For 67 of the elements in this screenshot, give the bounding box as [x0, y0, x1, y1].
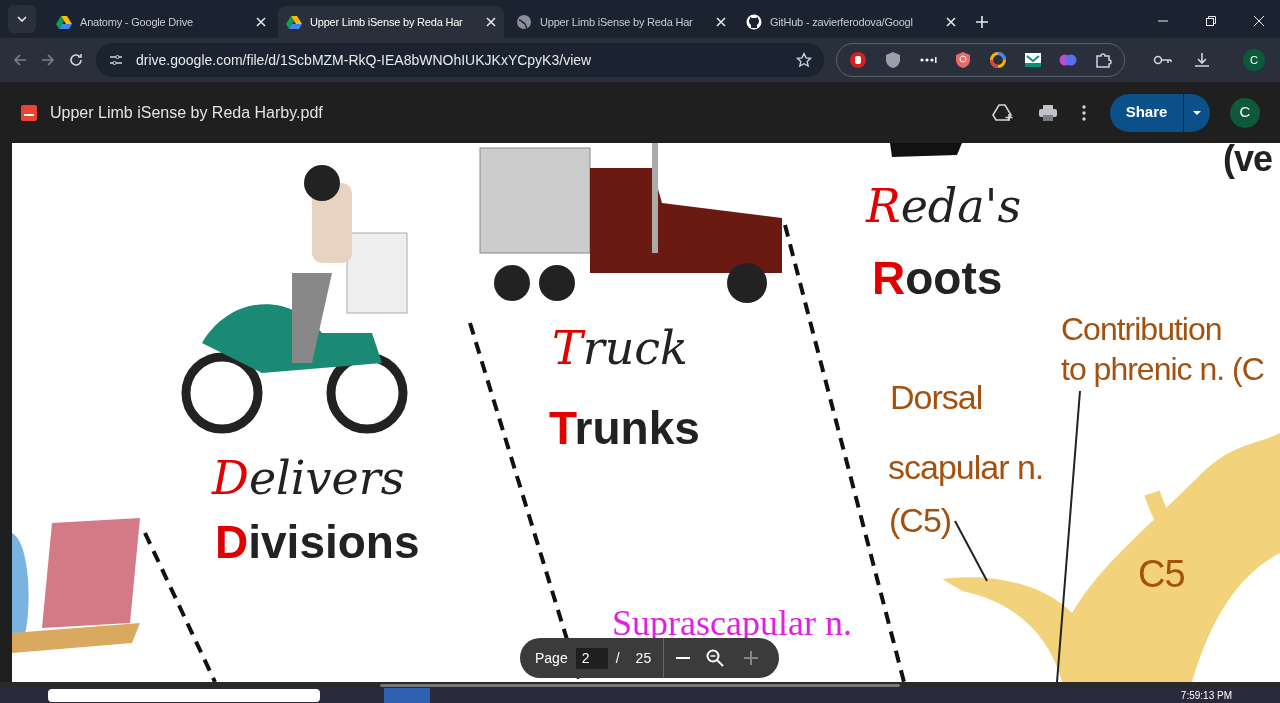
page-label: Page	[535, 648, 568, 668]
download-icon[interactable]	[1193, 51, 1211, 69]
mnemonic-word: Truck	[552, 325, 688, 371]
zoom-in-icon[interactable]	[744, 651, 759, 665]
mnemonic-word: Trunks	[549, 405, 700, 451]
address-bar[interactable]: drive.google.com/file/d/1ScbMZM-RkQ-IEA8bWNOhIUKJKxYCpyK3/view	[96, 43, 824, 77]
caret-icon[interactable]	[1192, 109, 1202, 116]
tab-title: Anatomy - Google Drive	[80, 14, 194, 30]
close-icon[interactable]	[1254, 16, 1264, 26]
more-options-icon[interactable]	[1082, 104, 1086, 121]
nerve-label: (ve	[1223, 143, 1273, 177]
tab-search-button[interactable]	[8, 5, 36, 33]
add-to-drive-icon[interactable]	[992, 102, 1014, 123]
page-separator: /	[615, 648, 620, 668]
nerve-label: Contribution	[1061, 313, 1222, 345]
browser-tab[interactable]: GitHub - zavierferodova/Googl	[738, 6, 964, 38]
tab-title: GitHub - zavierferodova/Googl	[770, 14, 914, 30]
page-total: 25	[635, 648, 652, 668]
mnemonic-word: Divisions	[215, 519, 420, 565]
reload-icon[interactable]	[68, 52, 84, 68]
cat-silhouette-icon	[746, 14, 762, 30]
mnemonic-word: Roots	[872, 255, 1003, 301]
mnemonic-word: Delivers	[212, 455, 405, 501]
back-icon[interactable]	[12, 52, 28, 68]
close-icon[interactable]	[256, 17, 266, 27]
mnemonic-word: Reda's	[866, 183, 1021, 229]
pdf-icon	[20, 103, 38, 122]
nerve-label: scapular n.	[888, 450, 1044, 484]
close-icon[interactable]	[716, 17, 726, 27]
scrollbar[interactable]	[380, 684, 900, 687]
nerve-label: Dorsal	[890, 380, 983, 414]
print-icon[interactable]	[1038, 103, 1058, 122]
browser-tab[interactable]: Upper Limb iSense by Reda Har	[278, 6, 504, 38]
site-settings-icon	[108, 52, 124, 68]
taskbar-search-field[interactable]	[48, 689, 320, 702]
leader-line	[954, 520, 988, 582]
profile-avatar[interactable]: C	[1243, 49, 1265, 71]
new-tab-icon[interactable]	[976, 16, 988, 28]
drive-icon	[56, 15, 72, 29]
clock-time: 7:59:13 PM	[1180, 689, 1232, 702]
tab-title: Upper Limb iSense by Reda Har	[540, 14, 694, 30]
file-name: Upper Limb iSense by Reda Harby.pdf	[50, 102, 323, 123]
url-text: drive.google.com/file/d/1ScbMZM-RkQ-IEA8bWNOhIUKJKxYCpyK3/view	[136, 50, 593, 70]
globe-icon	[516, 14, 532, 30]
nerve-label: Suprascapular n.	[612, 605, 852, 641]
stop-hand-icon[interactable]	[849, 51, 867, 69]
close-icon[interactable]	[946, 17, 956, 27]
nerve-label: (C5)	[889, 503, 952, 537]
page-number-field[interactable]: 2	[575, 647, 608, 669]
chevron-down-icon	[17, 16, 27, 22]
nerve-label: to phrenic n. (C	[1061, 353, 1264, 385]
forward-icon[interactable]	[40, 52, 56, 68]
account-avatar[interactable]: C	[1230, 97, 1260, 128]
shield-icon[interactable]	[954, 51, 972, 69]
browser-tab[interactable]: Anatomy - Google Drive	[48, 6, 274, 38]
drive-icon	[286, 15, 302, 29]
puzzle-icon[interactable]	[1094, 51, 1112, 69]
share-button[interactable]: Share	[1110, 93, 1210, 132]
nerve-label: C5	[1138, 555, 1185, 593]
ring-icon[interactable]	[989, 51, 1007, 69]
star-icon[interactable]	[796, 52, 812, 68]
envelope-icon[interactable]	[1024, 51, 1042, 69]
tab-title: Upper Limb iSense by Reda Har	[310, 14, 464, 30]
zoom-icon[interactable]	[706, 649, 725, 667]
browser-tab[interactable]: Upper Limb iSense by Reda Har	[508, 6, 734, 38]
close-icon[interactable]	[486, 17, 496, 27]
restore-icon[interactable]	[1206, 16, 1216, 26]
